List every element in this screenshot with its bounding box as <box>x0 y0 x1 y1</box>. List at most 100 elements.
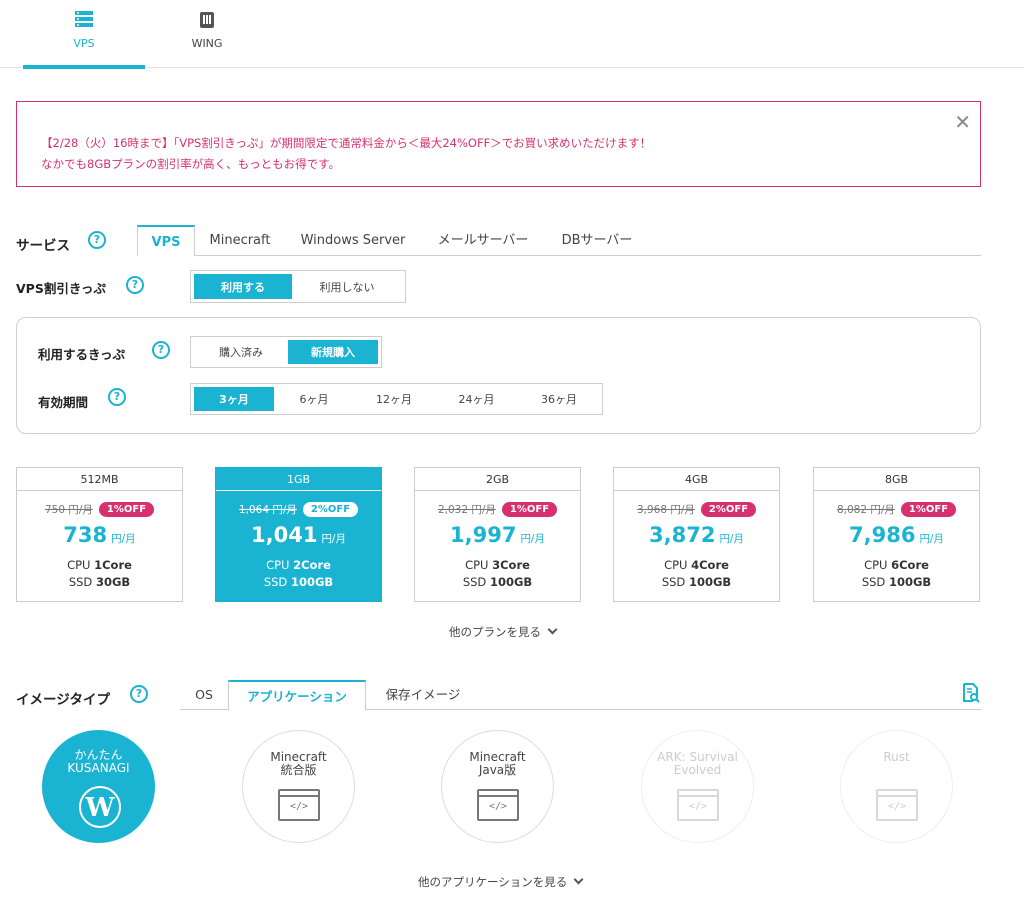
help-icon[interactable]: ? <box>130 685 148 703</box>
plan-old-price: 2,032 円/月 <box>437 504 496 516</box>
tab-saved-image[interactable]: 保存イメージ <box>372 680 474 710</box>
code-window-icon: </> <box>677 789 719 821</box>
plan-card-8gb[interactable]: 8GB 8,082 円/月 1%OFF 7,986 円/月 CPU 6Core SS… <box>813 467 980 602</box>
banner-text-line1: 【2/28（火）16時まで】「VPS割引きっぷ」が期間限定で通常料金から＜最大2… <box>41 136 652 150</box>
tab-windows-server[interactable]: Windows Server <box>287 225 419 256</box>
plan-old-price: 750 円/月 <box>44 504 93 516</box>
cpu-value: 4Core <box>691 558 729 572</box>
tab-application[interactable]: アプリケーション <box>228 680 366 711</box>
plan-name: 8GB <box>814 468 979 491</box>
cpu-value: 6Core <box>891 558 929 572</box>
discount-badge: 2%OFF <box>700 502 757 517</box>
plan-price: 1,041 <box>251 523 318 547</box>
plan-card-4gb[interactable]: 4GB 3,968 円/月 2%OFF 3,872 円/月 CPU 4Core SS… <box>613 467 780 602</box>
cpu-label: CPU <box>67 558 95 572</box>
plan-price: 7,986 <box>849 523 916 547</box>
tab-os[interactable]: OS <box>180 680 228 710</box>
ticket-options-panel <box>16 317 981 434</box>
more-apps-label: 他のアプリケーションを見る <box>418 875 568 889</box>
period-toggle: 3ヶ月 6ヶ月 12ヶ月 24ヶ月 36ヶ月 <box>190 383 603 415</box>
nav-tab-label: WING <box>191 37 223 50</box>
more-plans-label: 他のプランを見る <box>449 625 541 639</box>
plan-card-1gb[interactable]: 1GB 1,064 円/月 2%OFF 1,041 円/月 CPU 2Core SS… <box>215 467 382 602</box>
image-type-tabs: OS アプリケーション 保存イメージ <box>180 680 981 711</box>
cpu-label: CPU <box>266 558 294 572</box>
price-unit: 円/月 <box>919 533 944 545</box>
banner-text-line2: なかでも8GBプランの割引率が高く、もっともお得です。 <box>41 157 340 171</box>
period-label: 有効期間 <box>38 395 89 410</box>
plan-old-price: 8,082 円/月 <box>836 504 895 516</box>
nav-tab-wing[interactable]: WING <box>146 0 268 68</box>
price-unit: 円/月 <box>321 533 346 545</box>
ssd-label: SSD <box>661 575 689 589</box>
help-icon[interactable]: ? <box>126 276 144 294</box>
tab-minecraft[interactable]: Minecraft <box>199 225 281 256</box>
ssd-label: SSD <box>68 575 96 589</box>
discount-badge: 1%OFF <box>900 502 957 517</box>
code-window-icon: </> <box>876 789 918 821</box>
ssd-label: SSD <box>462 575 490 589</box>
ssd-value: 100GB <box>888 575 932 589</box>
coupon-purchased-option[interactable]: 購入済み <box>194 340 288 364</box>
app-minecraft-java[interactable]: Minecraft Java版 </> <box>441 730 554 843</box>
wordpress-icon: W <box>79 786 121 828</box>
period-24m-option[interactable]: 24ヶ月 <box>434 387 519 411</box>
plan-card-2gb[interactable]: 2GB 2,032 円/月 1%OFF 1,997 円/月 CPU 3Core SS… <box>414 467 581 602</box>
discount-badge: 2%OFF <box>302 502 359 517</box>
ssd-value: 100GB <box>489 575 533 589</box>
ssd-value: 100GB <box>688 575 732 589</box>
app-rust: Rust </> <box>840 730 953 843</box>
cpu-label: CPU <box>465 558 493 572</box>
plan-old-price: 1,064 円/月 <box>238 504 297 516</box>
chevron-down-icon <box>573 874 584 885</box>
coupon-new-option[interactable]: 新規購入 <box>288 340 378 364</box>
plan-card-512mb[interactable]: 512MB 750 円/月 1%OFF 738 円/月 CPU 1Core SSD … <box>16 467 183 602</box>
more-apps-link[interactable]: 他のアプリケーションを見る <box>418 874 584 890</box>
service-label: サービス <box>16 238 70 254</box>
close-icon[interactable]: ✕ <box>954 110 971 134</box>
period-12m-option[interactable]: 12ヶ月 <box>354 387 434 411</box>
plan-name: 2GB <box>415 468 580 491</box>
app-name-line2: KUSANAGI <box>67 761 130 775</box>
service-tabs: VPS Minecraft Windows Server メールサーバー DBサ… <box>137 225 981 257</box>
tab-vps[interactable]: VPS <box>137 225 195 257</box>
document-search-icon[interactable] <box>962 683 980 707</box>
help-icon[interactable]: ? <box>88 231 106 249</box>
ticket-no-use-option[interactable]: 利用しない <box>292 274 402 299</box>
chevron-down-icon <box>547 624 558 635</box>
price-unit: 円/月 <box>719 533 744 545</box>
period-36m-option[interactable]: 36ヶ月 <box>519 387 599 411</box>
ticket-label: VPS割引きっぷ <box>16 281 106 296</box>
app-minecraft-bedrock[interactable]: Minecraft 統合版 </> <box>242 730 355 843</box>
cpu-value: 3Core <box>492 558 530 572</box>
image-type-label: イメージタイプ <box>16 692 110 708</box>
tab-mail-server[interactable]: メールサーバー <box>427 225 539 256</box>
top-nav: VPS WING <box>0 0 1024 69</box>
ticket-use-option[interactable]: 利用する <box>194 274 292 299</box>
server-icon <box>74 10 94 32</box>
plan-price: 738 <box>63 523 108 547</box>
help-icon[interactable]: ? <box>152 341 170 359</box>
coupon-toggle: 購入済み 新規購入 <box>190 336 382 368</box>
more-plans-link[interactable]: 他のプランを見る <box>449 624 558 640</box>
cpu-value: 2Core <box>293 558 331 572</box>
ssd-label: SSD <box>861 575 889 589</box>
help-icon[interactable]: ? <box>108 388 126 406</box>
period-6m-option[interactable]: 6ヶ月 <box>274 387 354 411</box>
period-3m-option[interactable]: 3ヶ月 <box>194 387 274 411</box>
plan-price: 1,997 <box>450 523 517 547</box>
plan-old-price: 3,968 円/月 <box>636 504 695 516</box>
plan-price: 3,872 <box>649 523 716 547</box>
nav-tab-vps[interactable]: VPS <box>23 0 145 69</box>
discount-badge: 1%OFF <box>98 502 155 517</box>
storage-icon <box>197 10 217 34</box>
coupon-label: 利用するきっぷ <box>38 347 126 362</box>
app-name-line2: 統合版 <box>280 763 317 777</box>
cpu-label: CPU <box>864 558 892 572</box>
ssd-value: 100GB <box>290 575 334 589</box>
app-name-line1: Rust <box>883 750 910 764</box>
discount-badge: 1%OFF <box>501 502 558 517</box>
app-kusanagi[interactable]: かんたん KUSANAGI W <box>42 730 155 843</box>
tab-db-server[interactable]: DBサーバー <box>547 225 647 256</box>
ssd-value: 30GB <box>95 575 131 589</box>
